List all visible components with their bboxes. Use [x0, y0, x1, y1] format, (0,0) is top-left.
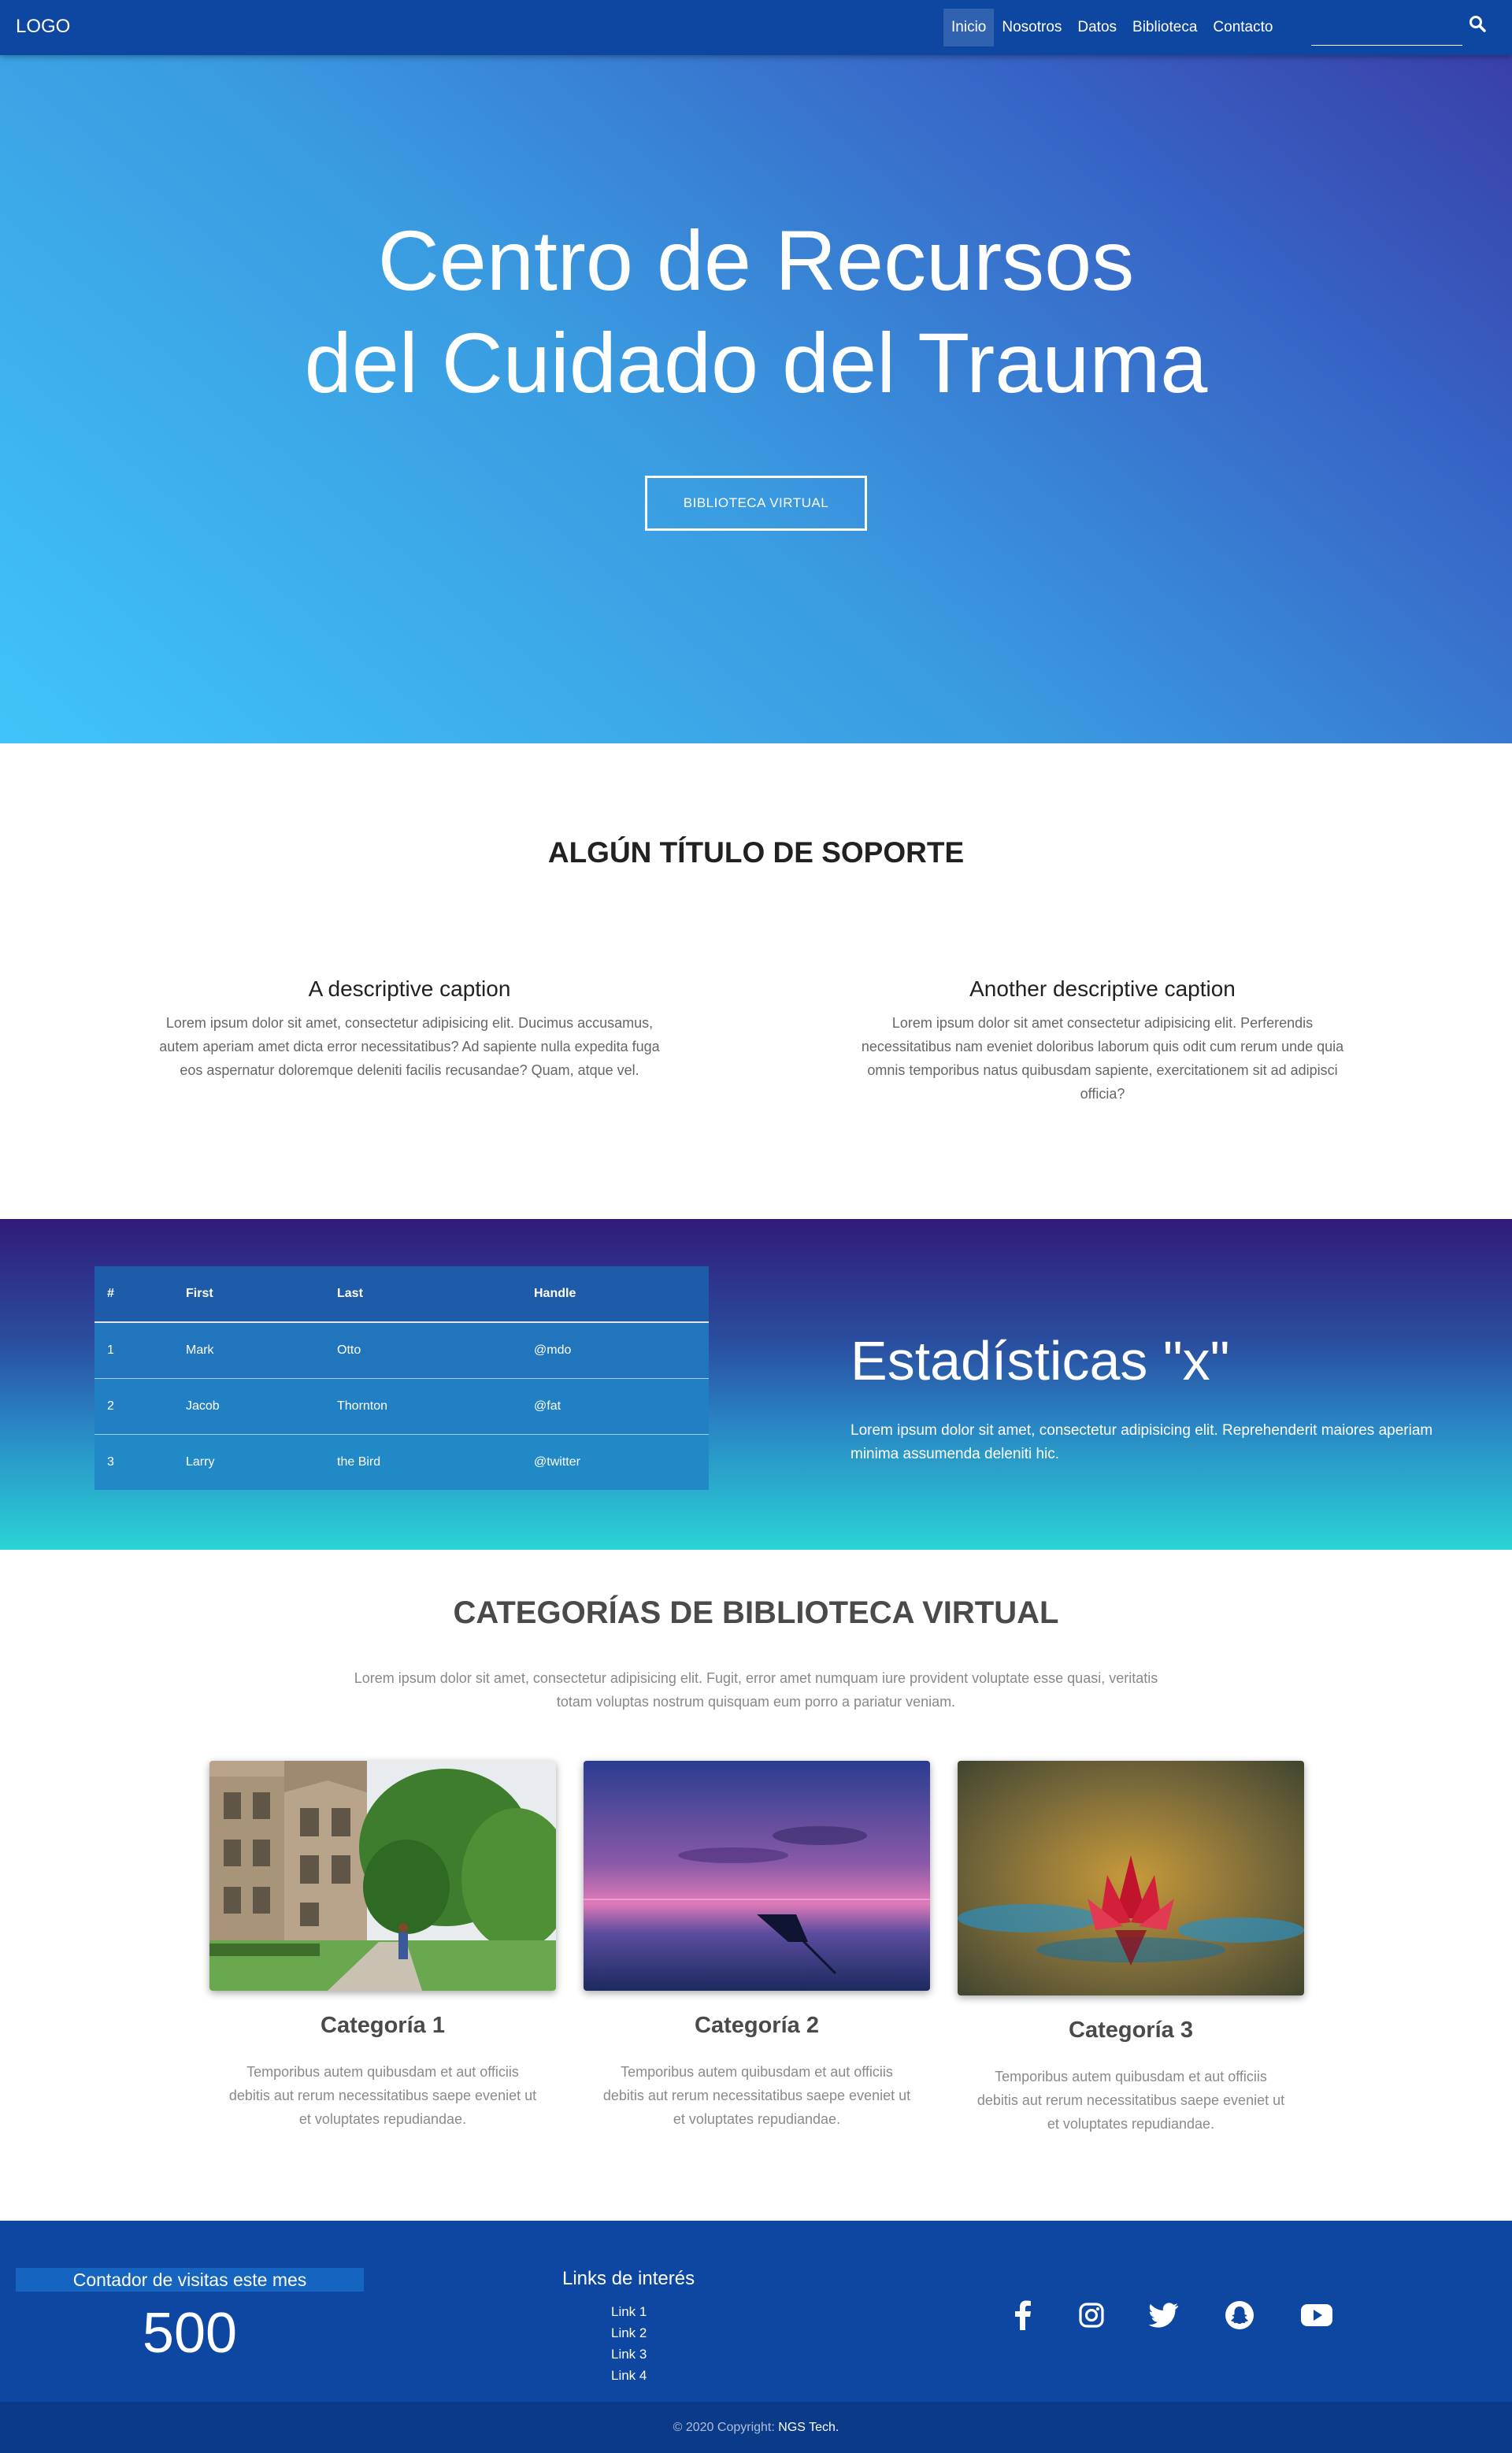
category-3-image[interactable]	[958, 1761, 1304, 1995]
links-list: Link 1 Link 2 Link 3 Link 4	[611, 2301, 647, 2386]
caption-left: A descriptive caption Lorem ipsum dolor …	[158, 976, 662, 1082]
caption-right: Another descriptive caption Lorem ipsum …	[850, 976, 1354, 1106]
links-title: Links de interés	[562, 2268, 695, 2289]
stats-section: # First Last Handle 1 Mark Otto @mdo 2 J…	[0, 1219, 1512, 1550]
hero-title-line2: del Cuidado del Trauma	[304, 315, 1208, 410]
snapchat-icon[interactable]	[1216, 2292, 1263, 2339]
category-title[interactable]: Categoría 2	[584, 2013, 930, 2039]
support-title: ALGÚN TÍTULO DE SOPORTE	[547, 836, 965, 869]
footer-link-1[interactable]: Link 1	[611, 2301, 647, 2322]
nav-link-datos[interactable]: Datos	[1069, 9, 1125, 46]
table-cell: @twitter	[521, 1434, 709, 1490]
category-2-image[interactable]	[584, 1761, 930, 1991]
copyright-text: © 2020 Copyright:	[673, 2421, 775, 2434]
caption-title: A descriptive caption	[308, 976, 511, 1001]
footer: Contador de visitas este mes 500 Links d…	[0, 2221, 1512, 2402]
virtual-library-button[interactable]: BIBLIOTECA VIRTUAL	[645, 476, 867, 531]
table-row: 3 Larry the Bird @twitter	[94, 1434, 709, 1490]
table-cell: 2	[94, 1378, 173, 1435]
nav-link-contacto[interactable]: Contacto	[1205, 9, 1280, 46]
column-header: First	[173, 1266, 324, 1323]
copyright-bar: © 2020 Copyright: NGS Tech.	[0, 2402, 1512, 2453]
hero-section: Centro de Recursos del Cuidado del Traum…	[0, 55, 1512, 743]
column-header: Handle	[521, 1266, 709, 1323]
copyright-brand[interactable]: NGS Tech.	[778, 2421, 839, 2434]
column-header: Last	[324, 1266, 521, 1323]
category-1-image[interactable]	[209, 1761, 556, 1991]
table-cell: @mdo	[521, 1322, 709, 1379]
caption-text: Lorem ipsum dolor sit amet, consectetur …	[159, 1015, 660, 1078]
table-cell: Mark	[173, 1322, 324, 1379]
nav-links: Inicio Nosotros Datos Biblioteca Contact…	[943, 9, 1280, 46]
caption-text: Lorem ipsum dolor sit amet consectetur a…	[861, 1015, 1344, 1102]
logo[interactable]: LOGO	[16, 16, 70, 38]
caption-title: Another descriptive caption	[969, 976, 1236, 1001]
table-cell: the Bird	[324, 1434, 521, 1490]
twitter-icon[interactable]	[1140, 2292, 1188, 2339]
table-cell: 3	[94, 1434, 173, 1490]
footer-link-3[interactable]: Link 3	[611, 2344, 647, 2365]
hero-title-line1: Centro de Recursos	[377, 213, 1135, 308]
table-header-row: # First Last Handle	[94, 1266, 709, 1323]
categories-title: CATEGORÍAS DE BIBLIOTECA VIRTUAL	[453, 1595, 1059, 1630]
table-cell: Otto	[324, 1322, 521, 1379]
nav-link-biblioteca[interactable]: Biblioteca	[1125, 9, 1205, 46]
footer-link-4[interactable]: Link 4	[611, 2365, 647, 2386]
categories-intro: Lorem ipsum dolor sit amet, consectetur …	[354, 1670, 1158, 1710]
nav-link-inicio[interactable]: Inicio	[943, 9, 995, 46]
facebook-icon[interactable]	[999, 2292, 1046, 2339]
nav-link-nosotros[interactable]: Nosotros	[994, 9, 1069, 46]
column-header: #	[94, 1266, 173, 1323]
stats-table: # First Last Handle 1 Mark Otto @mdo 2 J…	[94, 1266, 709, 1490]
category-text: Temporibus autem quibusdam et aut offici…	[976, 2069, 1285, 2132]
table-row: 1 Mark Otto @mdo	[94, 1322, 709, 1379]
stats-text: Lorem ipsum dolor sit amet, consectetur …	[850, 1422, 1433, 1462]
stats-title: Estadísticas "x"	[850, 1330, 1230, 1391]
category-text: Temporibus autem quibusdam et aut offici…	[602, 2064, 911, 2127]
instagram-icon[interactable]	[1068, 2292, 1115, 2339]
category-text: Temporibus autem quibusdam et aut offici…	[228, 2064, 537, 2127]
footer-link-2[interactable]: Link 2	[611, 2322, 647, 2344]
hero-title: Centro de Recursos del Cuidado del Traum…	[0, 209, 1512, 414]
table-cell: Larry	[173, 1434, 324, 1490]
table-cell: 1	[94, 1322, 173, 1379]
category-title[interactable]: Categoría 3	[958, 2018, 1304, 2044]
visits-count: 500	[142, 2302, 238, 2365]
visits-label: Contador de visitas este mes	[16, 2268, 364, 2292]
category-title[interactable]: Categoría 1	[209, 2013, 556, 2039]
youtube-icon[interactable]	[1293, 2292, 1340, 2339]
search-input[interactable]	[1311, 11, 1462, 46]
table-cell: Jacob	[173, 1378, 324, 1435]
table-cell: Thornton	[324, 1378, 521, 1435]
search-icon[interactable]	[1468, 14, 1488, 35]
navbar: LOGO Inicio Nosotros Datos Biblioteca Co…	[0, 0, 1512, 55]
table-cell: @fat	[521, 1378, 709, 1435]
table-row: 2 Jacob Thornton @fat	[94, 1378, 709, 1435]
